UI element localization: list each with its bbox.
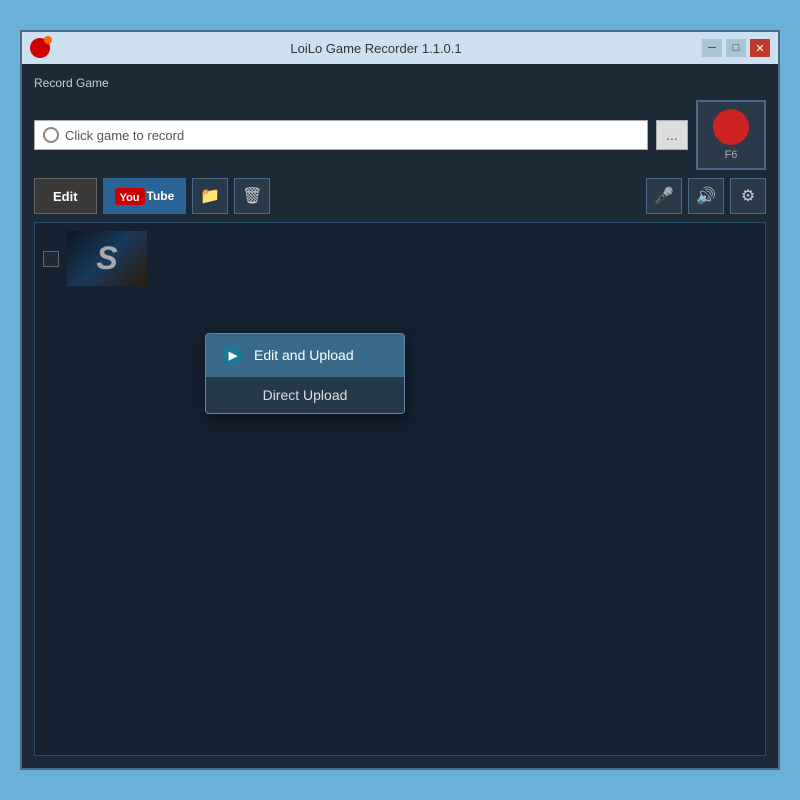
- close-button[interactable]: ✕: [750, 39, 770, 57]
- settings-button[interactable]: ⚙: [730, 178, 766, 214]
- microphone-button[interactable]: 🎤: [646, 178, 682, 214]
- more-button[interactable]: ...: [656, 120, 688, 150]
- title-bar: LoiLo Game Recorder 1.1.0.1 ─ □ ✕: [22, 32, 778, 64]
- gear-icon: ⚙: [741, 186, 755, 206]
- record-dot: [713, 109, 749, 145]
- app-icon: [30, 38, 50, 58]
- youtube-logo-tube: Tube: [147, 189, 175, 203]
- record-row: Click game to record ... F6: [34, 100, 766, 170]
- youtube-logo-box: You: [115, 188, 145, 205]
- direct-upload-label: Direct Upload: [263, 387, 348, 403]
- window-body: Record Game Click game to record ... F6 …: [22, 64, 778, 768]
- youtube-logo-you: You: [120, 192, 140, 204]
- folder-button[interactable]: 📁: [192, 178, 228, 214]
- crosshair-icon: [43, 127, 59, 143]
- video-checkbox[interactable]: [43, 251, 59, 267]
- upload-dropdown: ▶ Edit and Upload Direct Upload: [205, 333, 405, 414]
- content-area: S ▶ Edit and Upload Direct Upload: [34, 222, 766, 756]
- youtube-badge: You Tube: [115, 188, 175, 205]
- youtube-button[interactable]: You Tube: [103, 178, 187, 214]
- thumbnail-letter: S: [96, 240, 117, 277]
- edit-and-upload-item[interactable]: ▶ Edit and Upload: [206, 334, 404, 376]
- direct-upload-item[interactable]: Direct Upload: [206, 377, 404, 413]
- edit-upload-label: Edit and Upload: [254, 347, 354, 363]
- speaker-icon: 🔊: [696, 186, 716, 206]
- record-key: F6: [725, 149, 738, 161]
- speaker-button[interactable]: 🔊: [688, 178, 724, 214]
- folder-icon: 📁: [200, 186, 220, 206]
- delete-button[interactable]: 🗑: [234, 178, 270, 214]
- record-button[interactable]: F6: [696, 100, 766, 170]
- record-label: Record Game: [34, 76, 766, 90]
- minimize-button[interactable]: ─: [702, 39, 722, 57]
- main-window: LoiLo Game Recorder 1.1.0.1 ─ □ ✕ Record…: [20, 30, 780, 770]
- title-bar-left: [30, 38, 50, 58]
- game-input-placeholder: Click game to record: [65, 128, 184, 143]
- maximize-button[interactable]: □: [726, 39, 746, 57]
- microphone-icon: 🎤: [654, 186, 674, 206]
- window-controls: ─ □ ✕: [702, 39, 770, 57]
- edit-upload-icon: ▶: [222, 344, 244, 366]
- game-input[interactable]: Click game to record: [34, 120, 648, 150]
- toolbar-row: Edit You Tube 📁 🗑 🎤 🔊: [34, 178, 766, 214]
- video-thumbnail: S: [67, 231, 147, 286]
- window-title: LoiLo Game Recorder 1.1.0.1: [50, 41, 702, 56]
- edit-button[interactable]: Edit: [34, 178, 97, 214]
- svg-text:▶: ▶: [228, 350, 238, 362]
- trash-icon: 🗑: [242, 186, 262, 206]
- list-item: S: [35, 223, 765, 294]
